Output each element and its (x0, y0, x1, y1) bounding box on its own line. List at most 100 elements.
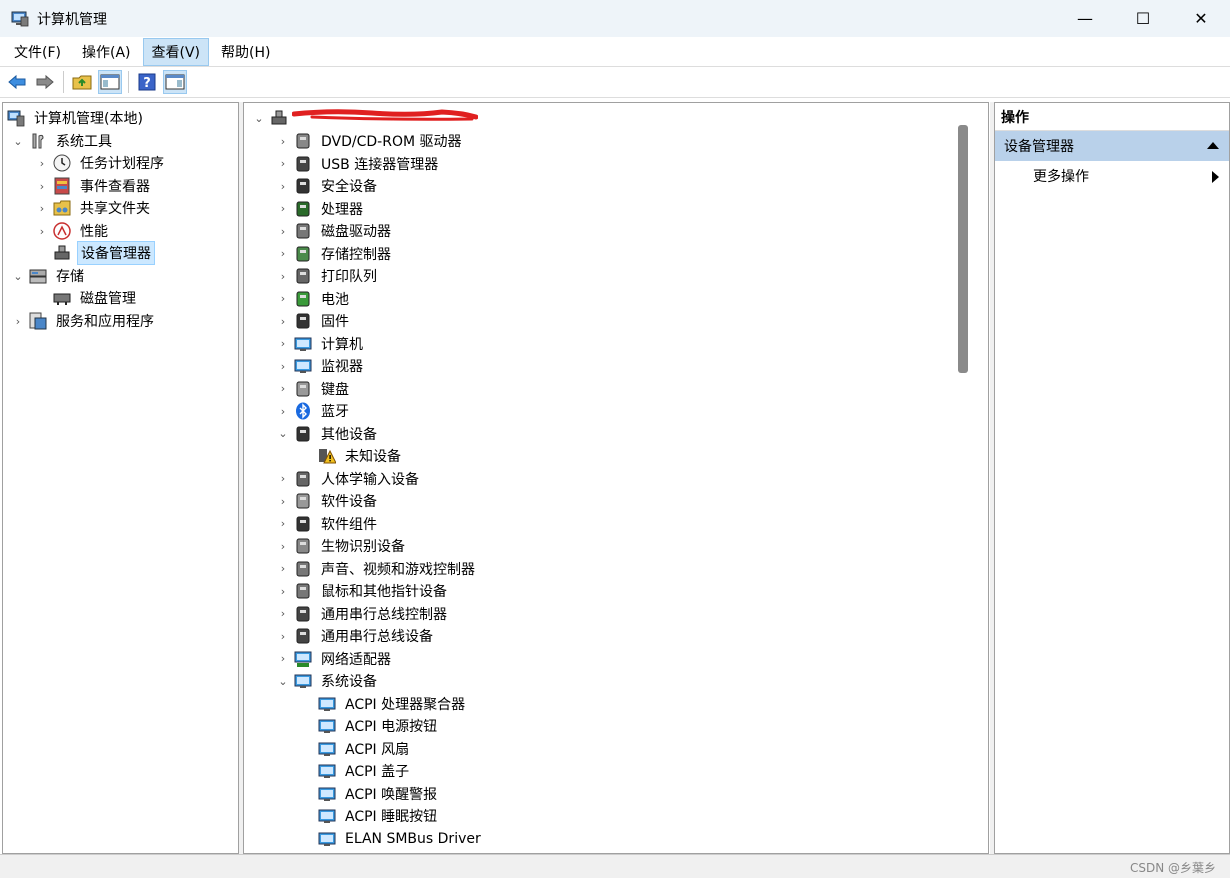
tree-node-device-manager[interactable]: 设备管理器 (35, 241, 155, 265)
device-tree-item[interactable]: › 通用串行总线控制器 (276, 603, 450, 625)
forward-button[interactable] (33, 70, 57, 94)
expand-chevron-icon[interactable]: › (276, 652, 290, 665)
device-tree-item[interactable]: › 电池 (276, 288, 352, 310)
expand-chevron-icon[interactable]: › (276, 540, 290, 553)
device-tree-item[interactable]: ACPI 风扇 (300, 738, 412, 760)
help-button[interactable]: ? (135, 70, 159, 94)
device-tree-item[interactable]: ACPI 唤醒警报 (300, 783, 440, 805)
device-tree-item[interactable]: › USB 连接器管理器 (276, 153, 441, 175)
expand-chevron-icon[interactable]: › (276, 202, 290, 215)
device-tree-item[interactable]: ACPI 处理器聚合器 (300, 693, 468, 715)
device-tree-item[interactable]: › 打印队列 (276, 265, 380, 287)
expand-chevron-icon[interactable]: › (276, 135, 290, 148)
expand-chevron-icon[interactable]: › (276, 472, 290, 485)
show-hide-console-tree-button[interactable] (98, 70, 122, 94)
tree-node-shared-folders[interactable]: › 共享文件夹 (35, 197, 153, 219)
expand-chevron-icon[interactable]: › (276, 270, 290, 283)
expand-chevron-icon[interactable]: › (276, 292, 290, 305)
menu-view[interactable]: 查看(V) (142, 37, 210, 66)
device-tree-item[interactable]: › 网络适配器 (276, 648, 394, 670)
actions-section-device-manager[interactable]: 设备管理器 (995, 131, 1229, 161)
tree-node-event-viewer[interactable]: › 事件查看器 (35, 175, 153, 197)
device-tree-item[interactable]: › 通用串行总线设备 (276, 625, 436, 647)
expand-chevron-icon[interactable]: › (276, 517, 290, 530)
tree-node-disk-management[interactable]: 磁盘管理 (35, 287, 139, 309)
device-tree-item[interactable]: › 存储控制器 (276, 243, 394, 265)
device-tree-item[interactable]: › 软件设备 (276, 490, 380, 512)
device-tree-item[interactable]: ACPI 电源按钮 (300, 715, 440, 737)
device-tree-item[interactable]: › 声音、视频和游戏控制器 (276, 558, 478, 580)
menu-help[interactable]: 帮助(H) (212, 38, 279, 66)
back-button[interactable] (5, 70, 29, 94)
tree-label-disk-management: 磁盘管理 (80, 291, 136, 307)
tree-node-system-tools[interactable]: ⌄ 系统工具 (11, 130, 115, 152)
collapse-chevron-icon[interactable]: ⌄ (252, 112, 266, 125)
expand-chevron-icon[interactable]: › (276, 360, 290, 373)
expand-chevron-icon[interactable]: › (11, 315, 25, 328)
expand-chevron-icon[interactable]: › (35, 225, 49, 238)
collapse-up-triangle-icon[interactable] (1207, 142, 1219, 149)
tree-node-task-scheduler[interactable]: › 任务计划程序 (35, 152, 167, 174)
menu-action[interactable]: 操作(A) (73, 38, 140, 66)
device-tree-item[interactable]: ACPI 睡眠按钮 (300, 805, 440, 827)
expand-chevron-icon[interactable]: › (276, 225, 290, 238)
tree-node-root[interactable]: 计算机管理(本地) (5, 107, 146, 129)
up-folder-icon (72, 75, 92, 90)
collapse-chevron-icon[interactable]: ⌄ (276, 675, 290, 688)
device-tree-item[interactable]: › 键盘 (276, 378, 352, 400)
expand-chevron-icon[interactable]: › (276, 405, 290, 418)
minimize-button[interactable]: — (1056, 0, 1114, 37)
expand-chevron-icon[interactable]: › (276, 157, 290, 170)
device-tree-item[interactable]: › 鼠标和其他指针设备 (276, 580, 450, 602)
device-tree-item[interactable]: › 磁盘驱动器 (276, 220, 394, 242)
expand-chevron-icon[interactable]: › (276, 562, 290, 575)
device-tree-item[interactable]: › 安全设备 (276, 175, 380, 197)
expand-chevron-icon[interactable]: › (276, 495, 290, 508)
expand-chevron-icon[interactable]: › (276, 630, 290, 643)
tree-node-services-apps[interactable]: › 服务和应用程序 (11, 310, 157, 332)
more-actions-item[interactable]: 更多操作 (995, 161, 1229, 191)
tree-label-storage: 存储 (56, 269, 84, 285)
vertical-scrollbar[interactable] (954, 103, 968, 853)
device-tree-item[interactable]: › 监视器 (276, 355, 366, 377)
device-tree-item[interactable]: › DVD/CD-ROM 驱动器 (276, 130, 465, 152)
device-tree-item[interactable]: ⌄ 其他设备 (276, 423, 380, 445)
expand-chevron-icon[interactable]: › (35, 202, 49, 215)
show-hide-action-pane-button[interactable] (163, 70, 187, 94)
toolbar-separator (128, 71, 129, 93)
system-device-icon (318, 807, 336, 825)
device-tree-item-label: ACPI 睡眠按钮 (345, 809, 438, 825)
device-tree-item[interactable]: 未知设备 (300, 445, 404, 467)
device-tree-item[interactable]: › 生物识别设备 (276, 535, 408, 557)
up-level-button[interactable] (70, 70, 94, 94)
collapse-chevron-icon[interactable]: ⌄ (11, 270, 25, 283)
expand-chevron-icon[interactable]: › (276, 585, 290, 598)
device-tree-item[interactable]: › 软件组件 (276, 513, 380, 535)
device-tree-item[interactable]: › 固件 (276, 310, 352, 332)
mouse-icon (294, 582, 312, 600)
maximize-button[interactable]: ☐ (1114, 0, 1172, 37)
scrollbar-thumb[interactable] (958, 125, 968, 373)
expand-chevron-icon[interactable]: › (276, 337, 290, 350)
expand-chevron-icon[interactable]: › (276, 247, 290, 260)
menu-file[interactable]: 文件(F) (5, 38, 70, 66)
close-button[interactable]: ✕ (1172, 0, 1230, 37)
device-tree-item[interactable]: › 计算机 (276, 333, 366, 355)
expand-chevron-icon[interactable]: › (276, 607, 290, 620)
expand-chevron-icon[interactable]: › (276, 315, 290, 328)
device-tree-item[interactable]: › 处理器 (276, 198, 366, 220)
device-tree-root[interactable]: ⌄ (252, 107, 294, 129)
expand-chevron-icon[interactable]: › (35, 157, 49, 170)
tree-node-storage[interactable]: ⌄ 存储 (11, 265, 87, 287)
tree-node-performance[interactable]: › 性能 (35, 220, 111, 242)
collapse-chevron-icon[interactable]: ⌄ (276, 427, 290, 440)
device-tree-item[interactable]: › 人体学输入设备 (276, 468, 422, 490)
expand-chevron-icon[interactable]: › (276, 382, 290, 395)
collapse-chevron-icon[interactable]: ⌄ (11, 135, 25, 148)
device-tree-item[interactable]: ⌄ 系统设备 (276, 670, 380, 692)
expand-chevron-icon[interactable]: › (35, 180, 49, 193)
device-tree-item[interactable]: ELAN SMBus Driver (300, 828, 484, 850)
device-tree-item[interactable]: › 蓝牙 (276, 400, 352, 422)
device-tree-item[interactable]: ACPI 盖子 (300, 760, 412, 782)
expand-chevron-icon[interactable]: › (276, 180, 290, 193)
